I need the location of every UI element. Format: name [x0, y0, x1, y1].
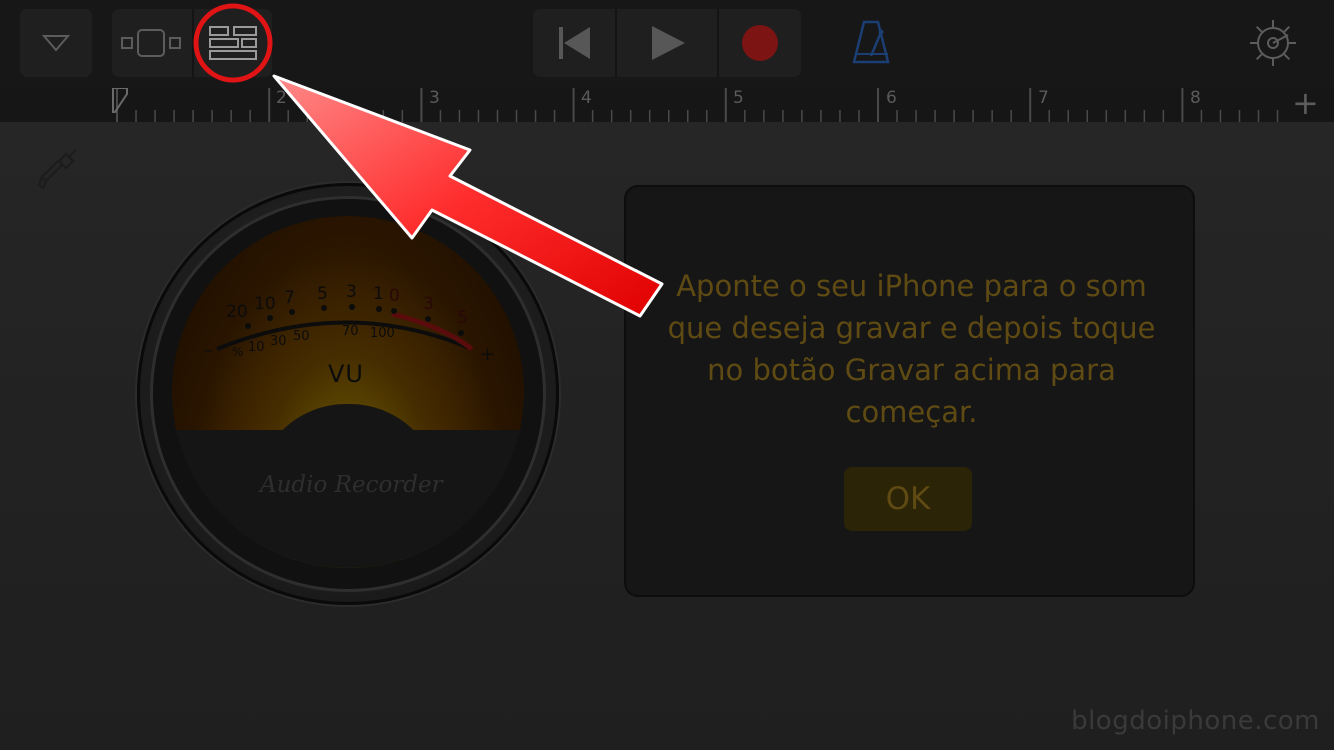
metronome-button[interactable]: [848, 16, 896, 68]
vu-scale-label: 20: [226, 302, 248, 322]
bar-number: 2: [276, 88, 287, 108]
vu-scale-label: 3: [346, 282, 357, 302]
vu-scale: [216, 304, 474, 351]
ok-button[interactable]: OK: [844, 467, 972, 531]
bar-number: 8: [1190, 88, 1201, 108]
dialog-message: Aponte o seu iPhone para o som que desej…: [667, 269, 1156, 429]
instrument-view-button[interactable]: [112, 9, 192, 77]
vu-scale-label: 5: [457, 308, 468, 328]
my-songs-menu-button[interactable]: [20, 9, 92, 77]
record-button[interactable]: [719, 9, 801, 77]
go-to-beginning-icon: [559, 27, 590, 59]
vu-percent-label: 70: [342, 324, 359, 339]
bar-number: 5: [733, 88, 744, 108]
input-settings-button[interactable]: [36, 146, 84, 194]
play-icon: [652, 26, 685, 60]
audio-jack-icon: [37, 149, 77, 190]
bar-number: 6: [886, 88, 897, 108]
add-section-button[interactable]: +: [1292, 84, 1319, 122]
view-toggle-group: [112, 9, 272, 77]
bar-number: 7: [1038, 88, 1049, 108]
gear-icon: [1250, 20, 1296, 66]
vu-meter-face: 20 10 7 5 3 1 0 3 5 % 10 30 50 70 100 – …: [172, 216, 524, 568]
vu-scale-label: 10: [254, 294, 276, 314]
instrument-view-icon: [121, 29, 181, 57]
vu-scale-label: 7: [284, 288, 295, 308]
vu-percent-label: 100: [370, 326, 395, 341]
transport-controls: [533, 9, 801, 77]
vu-percent-label: 50: [293, 329, 310, 344]
timeline-ruler[interactable]: 2 3 4 5 6 7 8 +: [0, 84, 1334, 122]
instruction-dialog: Aponte o seu iPhone para o som que desej…: [624, 185, 1195, 597]
vu-plus-label: +: [480, 344, 496, 365]
vu-scale-label: 1: [373, 284, 384, 304]
top-toolbar: [0, 0, 1334, 88]
vu-minus-label: –: [204, 340, 213, 361]
tracks-view-button[interactable]: [194, 9, 272, 77]
vu-scale-label: 5: [317, 284, 328, 304]
bar-number: 3: [429, 88, 440, 108]
vu-percent-label: %: [232, 345, 244, 359]
bar-number: 4: [581, 88, 592, 108]
metronome-icon: [852, 20, 890, 64]
play-button[interactable]: [617, 9, 717, 77]
ruler-ticks: [112, 88, 1279, 122]
vu-percent-label: 30: [270, 334, 287, 349]
chevron-down-icon: [41, 35, 71, 52]
record-icon: [742, 25, 778, 61]
vu-percent-label: 10: [248, 340, 265, 355]
watermark: blogdoiphone.com: [1071, 706, 1320, 736]
tracks-view-icon: [209, 26, 257, 60]
vu-scale-label: 0: [389, 286, 400, 306]
vu-label: VU: [328, 360, 364, 388]
settings-button[interactable]: [1248, 18, 1298, 68]
go-to-beginning-button[interactable]: [533, 9, 615, 77]
vu-scale-label: 3: [423, 294, 434, 314]
vu-brand-label: Audio Recorder: [260, 472, 443, 498]
